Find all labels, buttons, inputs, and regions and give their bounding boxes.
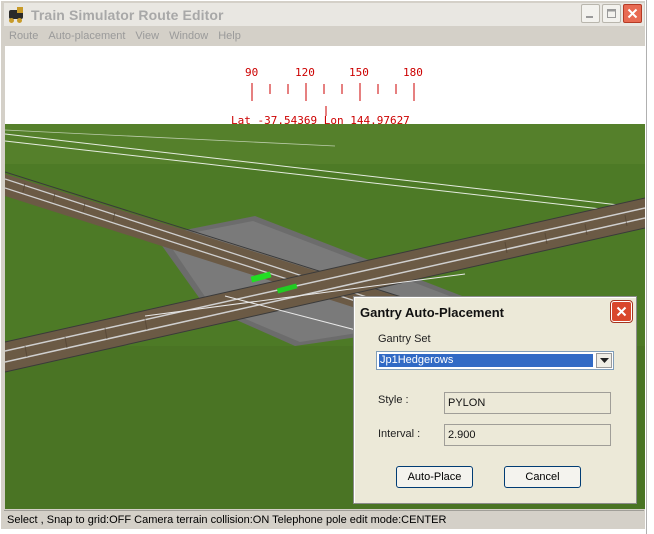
menu-route[interactable]: Route <box>4 30 43 42</box>
close-icon <box>616 306 627 317</box>
dialog-title: Gantry Auto-Placement <box>360 304 504 320</box>
gantry-set-select[interactable]: Jp1Hedgerows <box>376 351 614 370</box>
title-bar[interactable]: Train Simulator Route Editor <box>4 3 644 26</box>
compass-tick-label: 180 <box>403 66 423 79</box>
menu-view[interactable]: View <box>130 30 164 42</box>
style-label: Style : <box>378 394 409 406</box>
close-button[interactable] <box>623 4 642 23</box>
close-icon <box>627 8 638 19</box>
window-controls <box>581 4 642 23</box>
maximize-button[interactable] <box>602 4 621 23</box>
status-bar: Select , Snap to grid:OFF Camera terrain… <box>4 510 644 528</box>
status-text: Select , Snap to grid:OFF Camera terrain… <box>7 513 447 526</box>
maximize-icon <box>607 9 616 18</box>
compass-readout: Lat -37.54369 Lon 144.97627 <box>231 114 410 127</box>
compass-tick-label: 120 <box>295 66 315 79</box>
dialog-title-bar[interactable]: Gantry Auto-Placement <box>355 298 635 326</box>
minimize-button[interactable] <box>581 4 600 23</box>
menu-bar: Route Auto-placement View Window Help <box>4 27 644 45</box>
dropdown-arrow-button[interactable] <box>596 353 612 368</box>
compass-tick-label: 90 <box>245 66 258 79</box>
interval-label: Interval : <box>378 428 421 440</box>
background-window-edge <box>646 0 654 534</box>
locomotive-icon <box>8 6 26 23</box>
chevron-down-icon <box>599 357 609 363</box>
gantry-dialog: Gantry Auto-Placement Gantry Set Jp1Hedg… <box>353 296 637 504</box>
dialog-close-button[interactable] <box>610 300 633 323</box>
auto-place-button[interactable]: Auto-Place <box>396 466 473 488</box>
compass-tick-label: 150 <box>349 66 369 79</box>
menu-window[interactable]: Window <box>164 30 213 42</box>
menu-auto-placement[interactable]: Auto-placement <box>43 30 130 42</box>
window-title: Train Simulator Route Editor <box>31 6 224 23</box>
gantry-set-value: Jp1Hedgerows <box>379 354 593 367</box>
style-field[interactable]: PYLON <box>444 392 611 414</box>
cancel-button[interactable]: Cancel <box>504 466 581 488</box>
interval-field[interactable]: 2.900 <box>444 424 611 446</box>
minimize-icon <box>586 16 593 18</box>
menu-help[interactable]: Help <box>213 30 246 42</box>
gantry-set-label: Gantry Set <box>378 333 431 345</box>
